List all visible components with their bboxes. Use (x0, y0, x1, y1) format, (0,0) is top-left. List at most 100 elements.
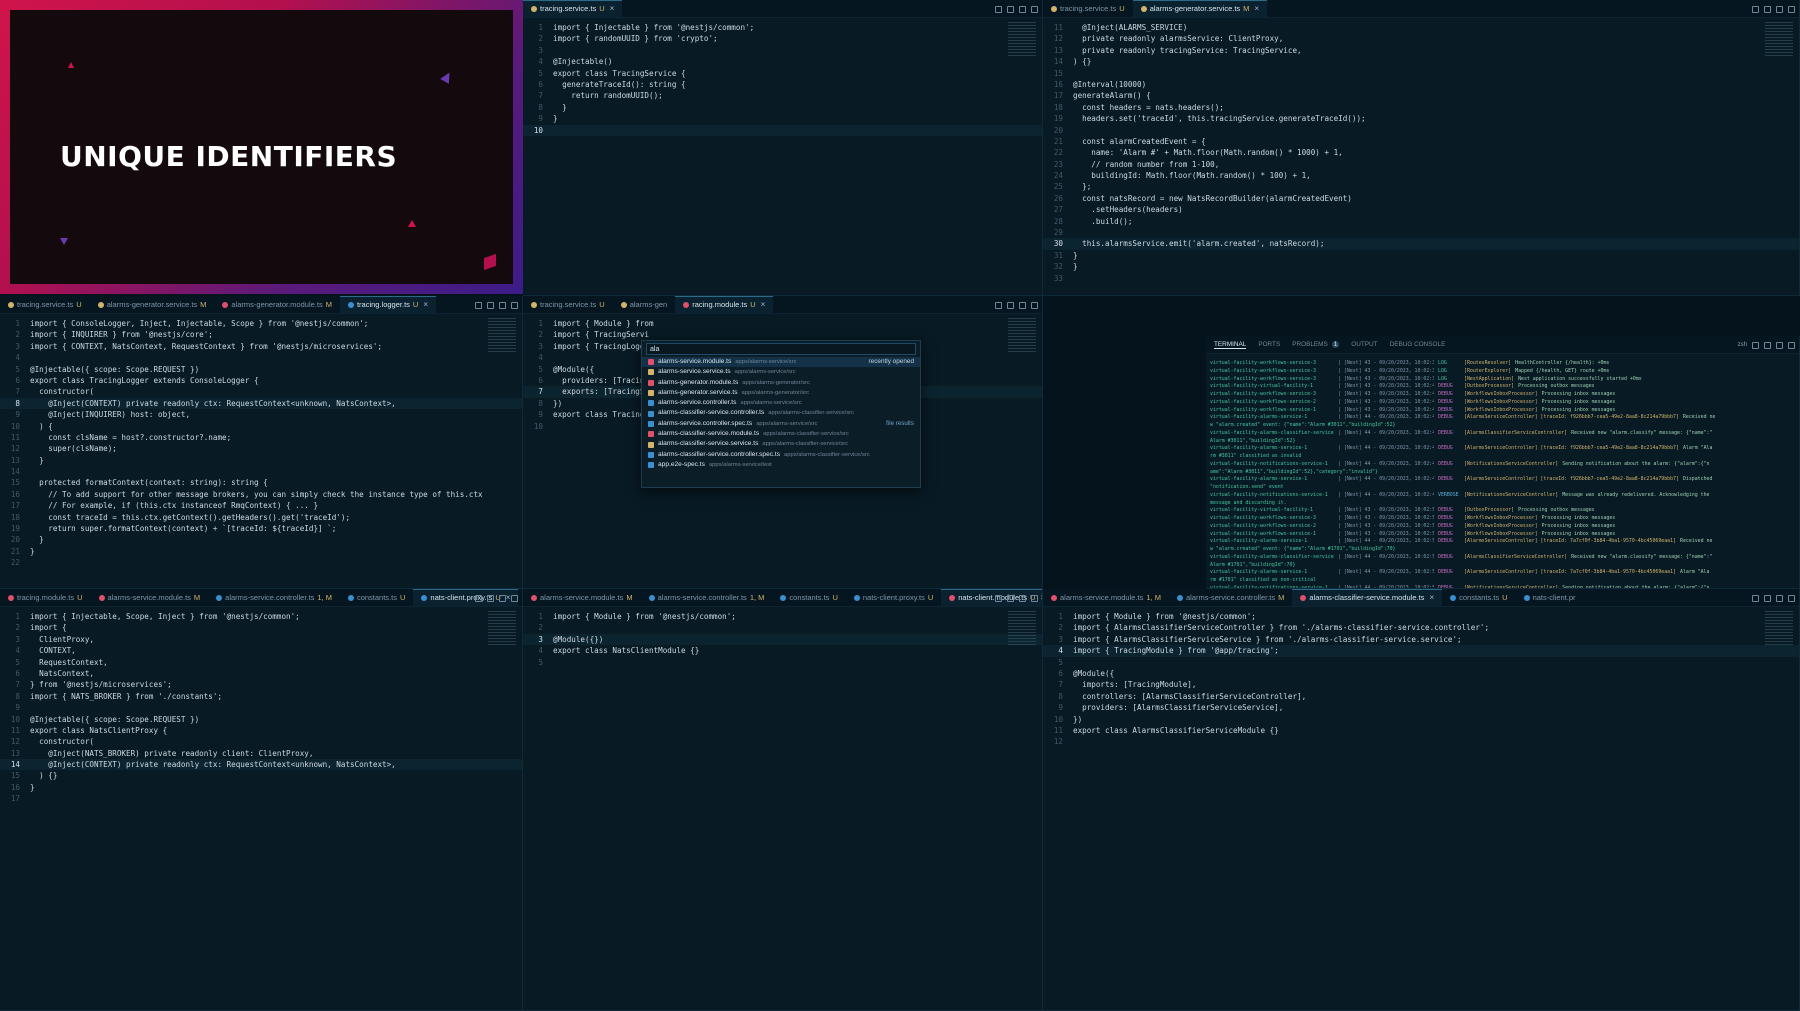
close-tab-icon[interactable]: × (761, 296, 766, 313)
minimap[interactable] (488, 318, 516, 352)
editor-tab[interactable]: tracing.module.ts U (0, 589, 91, 606)
quick-open-item[interactable]: alarms-service.module.ts apps/alarms-serv… (642, 357, 920, 368)
close-tab-icon[interactable]: × (1040, 589, 1042, 606)
more-actions-icon[interactable] (1031, 594, 1038, 602)
editor-pane-tracing-service[interactable]: tracing.service.ts U × 1 import { Injectable… (523, 0, 1043, 296)
code-area[interactable]: 1 import { Injectable } from '@nestjs/com… (523, 20, 1042, 295)
editor-tab[interactable]: constants.ts U (1442, 589, 1515, 606)
quick-open-item[interactable]: alarms-classifier-service.controller.ts a… (642, 408, 920, 418)
compare-icon[interactable] (1007, 594, 1014, 602)
editor-tab[interactable]: alarms-generator.module.ts M (214, 296, 340, 313)
source-control-icon[interactable] (995, 301, 1002, 309)
editor-pane-nats-client-proxy[interactable]: tracing.module.ts Ualarms-service.module.… (0, 589, 523, 1011)
source-control-icon[interactable] (995, 594, 1002, 602)
editor-tab[interactable]: racing.module.ts U × (675, 296, 774, 313)
compare-icon[interactable] (1764, 5, 1771, 13)
source-control-icon[interactable] (995, 5, 1002, 13)
minimap[interactable] (1765, 611, 1793, 645)
source-control-icon[interactable] (1752, 594, 1759, 602)
more-actions-icon[interactable] (511, 301, 518, 309)
new-terminal-icon[interactable] (1752, 341, 1759, 349)
compare-icon[interactable] (1764, 594, 1771, 602)
minimap[interactable] (1765, 22, 1793, 56)
terminal-tab[interactable]: PROBLEMS (1292, 341, 1328, 348)
compare-icon[interactable] (487, 594, 494, 602)
trash-icon[interactable] (1776, 341, 1783, 349)
minimap[interactable] (1008, 611, 1036, 645)
minimap[interactable] (488, 611, 516, 645)
split-editor-icon[interactable] (1019, 5, 1026, 13)
editor-pane-tracing-logger[interactable]: tracing.service.ts Ualarms-generator.serv… (0, 296, 523, 589)
close-tab-icon[interactable]: × (1254, 0, 1259, 17)
compare-icon[interactable] (1007, 301, 1014, 309)
code-area[interactable]: 1 import { Module } from '@nestjs/common'… (1043, 609, 1799, 1010)
split-editor-icon[interactable] (499, 594, 506, 602)
editor-pane-alarms-generator-service[interactable]: tracing.service.ts Ualarms-generator.serv… (1043, 0, 1800, 296)
quick-open-item[interactable]: alarms-classifier-service.module.ts apps/… (642, 429, 920, 439)
split-editor-icon[interactable] (499, 301, 506, 309)
editor-tab[interactable]: alarms-service.controller.ts M (1169, 589, 1292, 606)
editor-tab[interactable]: alarms-classifier-service.module.ts × (1292, 589, 1443, 606)
close-tab-icon[interactable]: × (423, 296, 428, 313)
split-terminal-icon[interactable] (1764, 341, 1771, 349)
editor-tab[interactable]: alarms-generator.service.ts M × (1132, 0, 1268, 17)
more-actions-icon[interactable] (1788, 594, 1795, 602)
source-control-icon[interactable] (475, 594, 482, 602)
editor-tab[interactable]: alarms-service.module.ts 1, M (1043, 589, 1169, 606)
editor-tab[interactable]: tracing.service.ts U × (523, 0, 623, 17)
quick-open-input[interactable]: ala (646, 343, 916, 355)
editor-tab[interactable]: alarms-service.module.ts M (523, 589, 641, 606)
quick-open-item[interactable]: app.e2e-spec.ts apps/alarms-service/test (642, 460, 920, 470)
minimap[interactable] (1008, 22, 1036, 56)
code-area[interactable]: 1 import { ConsoleLogger, Inject, Injecta… (0, 316, 522, 588)
code-area[interactable]: 1 import { Module } from '@nestjs/common'… (523, 609, 1042, 1010)
editor-pane-alarms-classifier-module[interactable]: alarms-service.module.ts 1, Malarms-servi… (1043, 589, 1800, 1011)
split-editor-icon[interactable] (1019, 301, 1026, 309)
editor-tab[interactable]: constants.ts U (340, 589, 413, 606)
terminal-tab[interactable]: PORTS (1258, 341, 1280, 348)
compare-icon[interactable] (487, 301, 494, 309)
editor-tab[interactable]: alarms-generator.service.ts M (90, 296, 215, 313)
quick-open-item[interactable]: alarms-classifier-service.controller.spe… (642, 450, 920, 460)
quick-open-item[interactable]: alarms-generator.module.ts apps/alarms-ge… (642, 378, 920, 388)
close-tab-icon[interactable]: × (1429, 589, 1434, 606)
minimap[interactable] (1008, 318, 1036, 352)
terminal-output[interactable]: virtual-facility-workflows-service-3 | [N… (1210, 356, 1775, 588)
split-editor-icon[interactable] (1019, 594, 1026, 602)
source-control-icon[interactable] (1752, 5, 1759, 13)
editor-tab[interactable]: tracing.service.ts U (0, 296, 90, 313)
editor-tab[interactable]: alarms-service.module.ts M (91, 589, 209, 606)
more-actions-icon[interactable] (511, 594, 518, 602)
more-actions-icon[interactable] (1788, 5, 1795, 13)
quick-open-item[interactable]: alarms-generator.service.ts apps/alarms-g… (642, 388, 920, 398)
terminal-panel[interactable]: TERMINAL PORTS PROBLEMS 1 OUTPUT DEBUG CONSOL… (1206, 336, 1800, 589)
close-tab-icon[interactable]: × (610, 0, 615, 17)
editor-tab[interactable]: tracing.logger.ts U × (339, 296, 436, 313)
editor-tab[interactable]: tracing.service.ts U (1043, 0, 1133, 17)
editor-tab[interactable]: alarms-service.controller.ts 1, M (641, 589, 773, 606)
code-area[interactable]: 1 import { Injectable, Scope, Inject } fr… (0, 609, 522, 1010)
quick-open-item[interactable]: alarms-classifier-service.service.ts apps… (642, 439, 920, 449)
terminal-tab[interactable]: OUTPUT (1351, 341, 1377, 348)
quick-open-palette[interactable]: ala alarms-service.module.ts apps/alarms-… (641, 340, 921, 488)
terminal-shell-label[interactable]: zsh (1738, 342, 1747, 348)
editor-pane-nats-client-module[interactable]: alarms-service.module.ts Malarms-service.… (523, 589, 1043, 1011)
quick-open-item[interactable]: alarms-service.service.ts apps/alarms-ser… (642, 367, 920, 377)
quick-open-item[interactable]: alarms-service.controller.spec.ts apps/al… (642, 419, 920, 429)
editor-tab[interactable]: alarms-service.controller.ts 1, M (208, 589, 340, 606)
editor-tab[interactable]: alarms-gen (613, 296, 676, 313)
editor-tab[interactable]: nats-client.pr (1516, 589, 1584, 606)
more-actions-icon[interactable] (1031, 301, 1038, 309)
more-actions-icon[interactable] (1031, 5, 1038, 13)
code-area[interactable]: 11 @Inject(ALARMS_SERVICE) 12 private rea… (1043, 20, 1799, 295)
editor-tab[interactable]: nats-client.proxy.ts U (846, 589, 941, 606)
source-control-icon[interactable] (475, 301, 482, 309)
split-editor-icon[interactable] (1776, 594, 1783, 602)
terminal-tab[interactable]: DEBUG CONSOLE (1390, 341, 1446, 348)
editor-tab[interactable]: constants.ts U (772, 589, 845, 606)
quick-open-item[interactable]: alarms-service.controller.ts apps/alarms-… (642, 398, 920, 408)
split-editor-icon[interactable] (1776, 5, 1783, 13)
editor-tab[interactable]: tracing.service.ts U (523, 296, 613, 313)
compare-icon[interactable] (1007, 5, 1014, 13)
terminal-tab[interactable]: TERMINAL (1214, 341, 1247, 349)
